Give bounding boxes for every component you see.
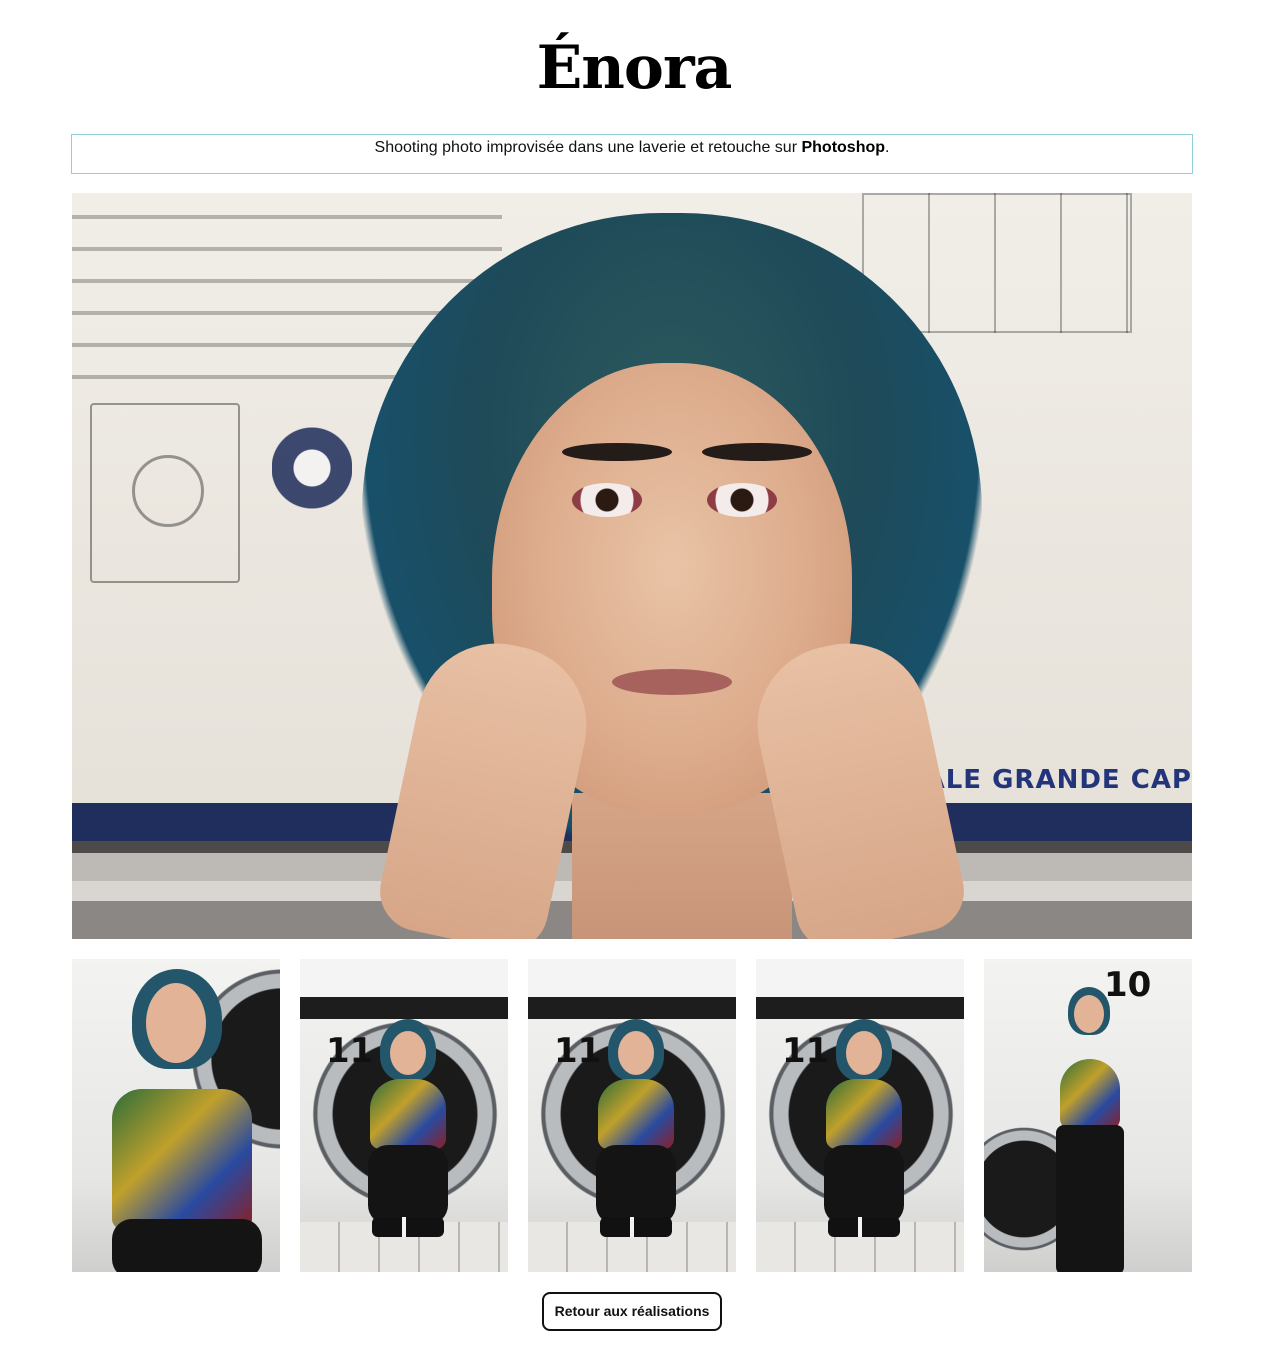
machine-number: 11 bbox=[782, 1031, 830, 1071]
model-face bbox=[146, 983, 206, 1063]
model-top bbox=[826, 1079, 902, 1149]
machine-number: 11 bbox=[554, 1031, 602, 1071]
model-neck bbox=[572, 793, 792, 939]
model-top bbox=[1060, 1059, 1120, 1129]
thumbnail-4[interactable]: 11 bbox=[756, 959, 964, 1272]
model-lips bbox=[612, 669, 732, 695]
left-eyebrow bbox=[562, 443, 672, 461]
page-title: Énora bbox=[536, 33, 733, 103]
model-top bbox=[370, 1079, 446, 1149]
thumbnail-3[interactable]: 11 bbox=[528, 959, 736, 1272]
model-pants bbox=[596, 1145, 676, 1225]
thumbnail-2[interactable]: 11 bbox=[300, 959, 508, 1272]
model-face bbox=[846, 1031, 882, 1075]
model-face bbox=[1074, 995, 1104, 1033]
washer-illustration bbox=[90, 403, 240, 583]
machine-number: 11 bbox=[326, 1031, 374, 1071]
model-shoes bbox=[372, 1217, 444, 1237]
machine-panel bbox=[300, 959, 508, 1019]
model-pants bbox=[1056, 1125, 1124, 1272]
model-pants bbox=[368, 1145, 448, 1225]
machine-panel bbox=[528, 959, 736, 1019]
project-description: Shooting photo improvisée dans une laver… bbox=[71, 134, 1193, 174]
thumbnail-5[interactable]: 10 bbox=[984, 959, 1192, 1272]
description-end: . bbox=[885, 139, 890, 156]
machine-panel bbox=[756, 959, 964, 1019]
model-top bbox=[112, 1089, 252, 1229]
model-shoes bbox=[828, 1217, 900, 1237]
model-pants bbox=[824, 1145, 904, 1225]
main-photo[interactable]: ALE GRANDE CAP bbox=[72, 193, 1192, 939]
machine-number: 10 bbox=[1104, 965, 1152, 1005]
description-text: Shooting photo improvisée dans une laver… bbox=[374, 139, 802, 156]
model-face bbox=[618, 1031, 654, 1075]
left-eye bbox=[572, 483, 642, 517]
right-eye bbox=[707, 483, 777, 517]
model-shoes bbox=[600, 1217, 672, 1237]
back-to-projects-button[interactable]: Retour aux réalisations bbox=[542, 1292, 722, 1331]
thumbnail-1[interactable] bbox=[72, 959, 280, 1272]
right-eyebrow bbox=[702, 443, 812, 461]
model-top bbox=[598, 1079, 674, 1149]
model-pants bbox=[112, 1219, 262, 1272]
description-emphasis: Photoshop bbox=[801, 139, 886, 156]
model-face bbox=[390, 1031, 426, 1075]
mascot-illustration bbox=[272, 423, 352, 573]
